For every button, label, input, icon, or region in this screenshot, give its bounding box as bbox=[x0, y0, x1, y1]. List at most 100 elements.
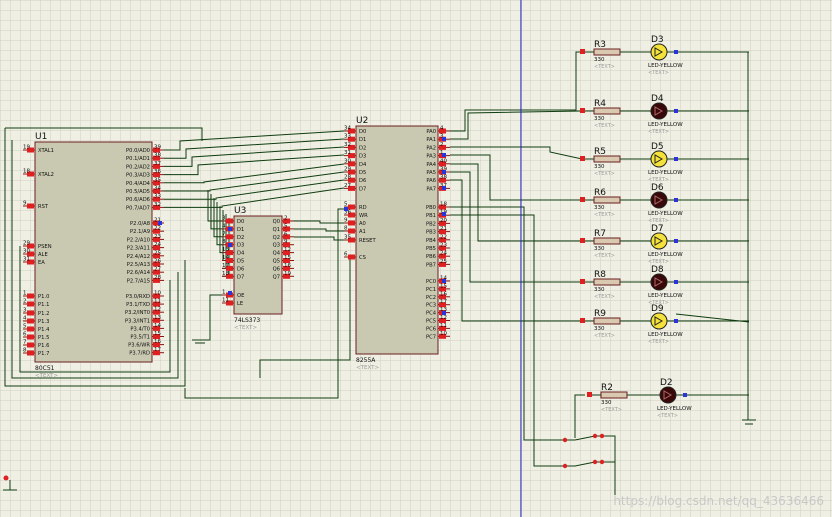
u1-pin-number: 15 bbox=[154, 331, 161, 337]
u2-pin-number: 10 bbox=[440, 331, 447, 337]
u1-pin-number: 12 bbox=[154, 307, 161, 313]
u3-pin-number: 17 bbox=[222, 263, 229, 269]
resistor-pin-marker bbox=[580, 238, 585, 243]
u1-pin-number: 25 bbox=[154, 250, 161, 256]
u2-pin-name: CS bbox=[359, 255, 366, 261]
resistor-text-placeholder: <TEXT> bbox=[594, 123, 615, 129]
u2-pin-marker bbox=[348, 220, 355, 226]
resistor-text-placeholder: <TEXT> bbox=[601, 407, 622, 413]
resistor-pin-marker bbox=[580, 197, 585, 202]
led-body bbox=[650, 102, 668, 120]
u2-pin-number: 31 bbox=[344, 150, 351, 156]
u3-part-label: 74LS373 bbox=[234, 317, 260, 324]
u1-pin-number: 24 bbox=[154, 242, 161, 248]
u2-pin-name: PB6 bbox=[426, 254, 436, 260]
u3-pin-name: OE bbox=[237, 293, 244, 299]
resistor-text-placeholder: <TEXT> bbox=[594, 294, 615, 300]
resistor-ref-label: R9 bbox=[594, 309, 606, 319]
resistor-value-label: 330 bbox=[594, 246, 605, 252]
u1-pin-number: 22 bbox=[154, 226, 161, 232]
u2-pin-name: A1 bbox=[359, 229, 366, 235]
u2-pin-number: 5 bbox=[344, 202, 348, 208]
u1-pin-name: P0.1/AD1 bbox=[126, 156, 150, 162]
u3-pin-number: 14 bbox=[222, 255, 229, 261]
u2-ref-label: U2 bbox=[356, 116, 368, 126]
led-text-placeholder: <TEXT> bbox=[648, 129, 669, 135]
u1-pin-number: 39 bbox=[154, 145, 161, 151]
led-body bbox=[650, 43, 668, 61]
u1-text-placeholder: <TEXT> bbox=[35, 373, 58, 379]
u3-pin-marker bbox=[226, 218, 233, 224]
switch-contact bbox=[562, 437, 568, 443]
u1-pin-name: P2.6/A14 bbox=[127, 270, 151, 276]
u1-pin-marker bbox=[27, 203, 34, 209]
junction-marker bbox=[442, 212, 446, 216]
u1-pin-number: 3 bbox=[23, 308, 27, 314]
u1-pin-marker bbox=[27, 326, 34, 332]
u1-pin-name: P3.6/WR bbox=[128, 343, 150, 349]
u3-pin-name: D6 bbox=[237, 266, 244, 272]
u1-pin-name: P3.5/T1 bbox=[130, 335, 150, 341]
u2-pin-name: PC1 bbox=[426, 287, 436, 293]
u3-text-placeholder: <TEXT> bbox=[234, 325, 257, 331]
u3-pin-name: Q0 bbox=[273, 219, 280, 225]
led-body bbox=[650, 312, 668, 330]
u2-pin-name: PA7 bbox=[426, 186, 436, 192]
led-part-label: LED-YELLOW bbox=[648, 252, 683, 258]
schematic-canvas[interactable]: U180C51<TEXT>19XTAL118XTAL29RST29PSEN30A… bbox=[0, 0, 832, 517]
u1-pin-name: PSEN bbox=[38, 244, 52, 250]
resistor-value-label: 330 bbox=[594, 287, 605, 293]
u2-pin-name: D3 bbox=[359, 154, 366, 160]
u1-pin-number: 6 bbox=[23, 332, 27, 338]
switch-contact bbox=[599, 459, 605, 465]
u2-pin-number: 12 bbox=[440, 315, 447, 321]
terminal-dot bbox=[3, 475, 9, 481]
u1-pin-name: P0.3/AD3 bbox=[126, 173, 150, 179]
resistor-pin-marker bbox=[580, 49, 585, 54]
u1-pin-name: P3.7/RD bbox=[129, 351, 150, 357]
resistor-ref-label: R7 bbox=[594, 229, 606, 239]
u1-pin-name: P0.2/AD2 bbox=[126, 164, 150, 170]
u1-pin-name: P2.2/A10 bbox=[127, 237, 150, 243]
switch-contact bbox=[592, 459, 598, 465]
u2-pin-number: 25 bbox=[440, 259, 447, 265]
u1-pin-number: 17 bbox=[154, 347, 161, 353]
u3-pin-number: 8 bbox=[222, 239, 226, 245]
u3-pin-number: 6 bbox=[284, 231, 288, 237]
u3-pin-name: D5 bbox=[237, 259, 244, 265]
u1-pin-name: ALE bbox=[38, 252, 48, 258]
junction-marker bbox=[442, 153, 446, 157]
u3-pin-number: 16 bbox=[284, 263, 291, 269]
u1-pin-number: 14 bbox=[154, 323, 161, 329]
u2-pin-number: 20 bbox=[440, 218, 447, 224]
u2-pin-number: 32 bbox=[344, 142, 351, 148]
u2-pin-name: PA5 bbox=[426, 170, 436, 176]
u1-pin-name: P3.3/INT1 bbox=[125, 318, 150, 324]
u2-pin-name: PA1 bbox=[426, 137, 436, 143]
u1-pin-marker bbox=[27, 350, 34, 356]
u3-pin-number: 1 bbox=[222, 290, 226, 296]
u2-pin-name: PB1 bbox=[426, 213, 436, 219]
u1-pin-name: P2.5/A13 bbox=[127, 262, 150, 268]
resistor-value-label: 330 bbox=[601, 400, 612, 406]
led-part-label: LED-YELLOW bbox=[648, 293, 683, 299]
u1-pin-number: 7 bbox=[23, 340, 27, 346]
u2-pin-number: 17 bbox=[440, 299, 447, 305]
led-ref-label: D8 bbox=[651, 265, 664, 275]
u1-pin-name: EA bbox=[38, 260, 45, 266]
u2-pin-number: 30 bbox=[344, 158, 351, 164]
u3-pin-number: 11 bbox=[222, 298, 229, 304]
led-ref-label: D4 bbox=[651, 94, 664, 104]
u3-pin-number: 19 bbox=[284, 271, 291, 277]
chip-u1-80c51[interactable]: U180C51<TEXT>19XTAL118XTAL29RST29PSEN30A… bbox=[23, 132, 164, 379]
led-pin-marker bbox=[674, 109, 678, 113]
led-body bbox=[650, 232, 668, 250]
u2-pin-number: 16 bbox=[440, 291, 447, 297]
led-pin-marker bbox=[674, 280, 678, 284]
led-body bbox=[659, 386, 677, 404]
u3-pin-name: Q6 bbox=[273, 266, 280, 272]
u2-pin-name: D4 bbox=[359, 162, 367, 168]
chip-u2-8255a[interactable]: U28255A<TEXT>34D033D132D231D330D429D528D… bbox=[344, 116, 450, 371]
u3-pin-name: Q2 bbox=[273, 235, 280, 241]
u1-pin-number: 30 bbox=[23, 249, 30, 255]
